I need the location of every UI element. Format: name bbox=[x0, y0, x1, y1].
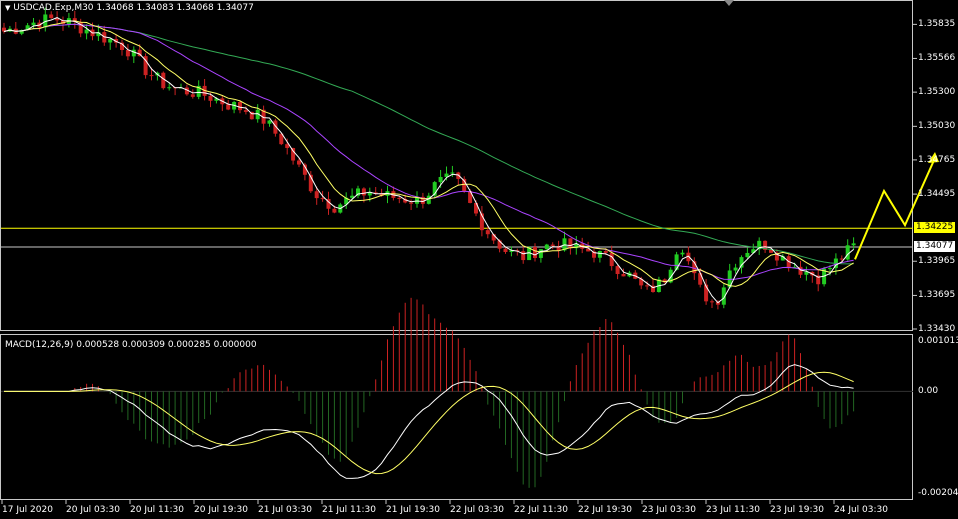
time-tick-label: 23 Jul 11:30 bbox=[706, 505, 760, 515]
price-tick-label: 1.33695 bbox=[918, 290, 956, 301]
candle-body bbox=[485, 230, 490, 235]
time-tick-label: 23 Jul 19:30 bbox=[770, 505, 824, 515]
candle-body bbox=[609, 252, 614, 267]
price-tick-label: 1.35300 bbox=[918, 87, 956, 98]
candle-body bbox=[243, 110, 248, 112]
candle-body bbox=[621, 274, 626, 277]
candle-body bbox=[238, 102, 242, 111]
candle-body bbox=[149, 75, 154, 77]
candle-body bbox=[208, 95, 213, 101]
time-tick-label: 22 Jul 11:30 bbox=[514, 505, 568, 515]
time-tick-label: 24 Jul 03:30 bbox=[834, 505, 888, 515]
chart-symbol-header: ▼ USDCAD.Exp,M30 1.34068 1.34083 1.34068… bbox=[5, 3, 254, 13]
candle-body bbox=[698, 273, 703, 285]
price-tick-label: 1.34765 bbox=[918, 154, 956, 165]
time-tick-label: 22 Jul 03:30 bbox=[450, 505, 504, 515]
candle-body bbox=[769, 249, 773, 253]
ma-fast-line bbox=[3, 17, 854, 304]
symbol-info: USDCAD.Exp,M30 1.34068 1.34083 1.34068 1… bbox=[13, 3, 254, 13]
time-tick-label: 20 Jul 03:30 bbox=[66, 505, 120, 515]
macd-tick-label: 0.001013 bbox=[918, 336, 958, 346]
price-tick-label: 1.33430 bbox=[918, 324, 956, 334]
price-tick-label: 1.33965 bbox=[918, 256, 956, 267]
ma-slow-line bbox=[3, 23, 854, 280]
time-tick-label: 23 Jul 03:30 bbox=[642, 505, 696, 515]
candle-body bbox=[615, 266, 620, 275]
macd-label: MACD(12,26,9) 0.000528 0.000309 0.000285… bbox=[5, 340, 257, 350]
scroll-marker-icon[interactable] bbox=[724, 0, 734, 6]
candle-body bbox=[409, 202, 414, 204]
time-tick-label: 22 Jul 19:30 bbox=[578, 505, 632, 515]
candle-body bbox=[533, 246, 537, 258]
price-tick-label: 1.35835 bbox=[918, 19, 956, 30]
candle-body bbox=[267, 120, 272, 124]
candle-body bbox=[645, 285, 650, 287]
dropdown-arrow-icon[interactable]: ▼ bbox=[5, 4, 10, 12]
time-tick-label: 21 Jul 19:30 bbox=[386, 505, 440, 515]
yellow-level-price-tag: 1.34225 bbox=[914, 222, 956, 234]
candle-body bbox=[538, 249, 543, 258]
candle-body bbox=[680, 252, 685, 255]
candle-body bbox=[597, 251, 602, 258]
candle-body bbox=[161, 72, 166, 89]
chart-canvas bbox=[1, 7, 939, 504]
candle-body bbox=[438, 176, 443, 183]
candle-body bbox=[314, 191, 319, 199]
candle-body bbox=[845, 245, 850, 260]
price-tick-label: 1.35566 bbox=[918, 53, 956, 64]
candle-body bbox=[297, 160, 301, 165]
candle-body bbox=[733, 267, 738, 271]
candle-body bbox=[125, 49, 130, 57]
candle-body bbox=[167, 87, 172, 89]
candle-body bbox=[568, 238, 573, 249]
candle-body bbox=[108, 38, 113, 43]
candle-body bbox=[851, 243, 856, 246]
candle-body bbox=[332, 208, 337, 213]
candle-body bbox=[361, 188, 366, 196]
time-tick-label: 20 Jul 11:30 bbox=[130, 505, 184, 515]
candle-body bbox=[745, 252, 750, 258]
candle-body bbox=[503, 248, 508, 252]
time-tick-label: 17 Jul 2020 bbox=[2, 505, 53, 515]
candle-body bbox=[450, 172, 455, 174]
candle-body bbox=[603, 251, 608, 253]
macd-tick-label: 0.00 bbox=[918, 386, 939, 397]
candle-body bbox=[550, 244, 555, 246]
current-price-tag: 1.34077 bbox=[914, 241, 956, 253]
candle-body bbox=[190, 94, 195, 97]
candle-body bbox=[320, 198, 325, 200]
candle-body bbox=[31, 22, 36, 26]
macd-tick-label: -0.002042 bbox=[918, 488, 958, 498]
candle-body bbox=[49, 14, 54, 19]
candle-body bbox=[544, 244, 549, 250]
candle-body bbox=[521, 251, 526, 261]
time-tick-label: 20 Jul 19:30 bbox=[194, 505, 248, 515]
time-tick-label: 21 Jul 03:30 bbox=[258, 505, 312, 515]
candle-body bbox=[397, 197, 402, 199]
time-tick-label: 21 Jul 11:30 bbox=[322, 505, 376, 515]
candle-body bbox=[710, 301, 714, 303]
price-tick-label: 1.35030 bbox=[918, 121, 956, 132]
candle-body bbox=[226, 104, 231, 110]
candle-body bbox=[291, 147, 296, 161]
price-tick-label: 1.34495 bbox=[918, 189, 956, 200]
candle-body bbox=[828, 268, 832, 270]
candle-body bbox=[84, 29, 89, 34]
